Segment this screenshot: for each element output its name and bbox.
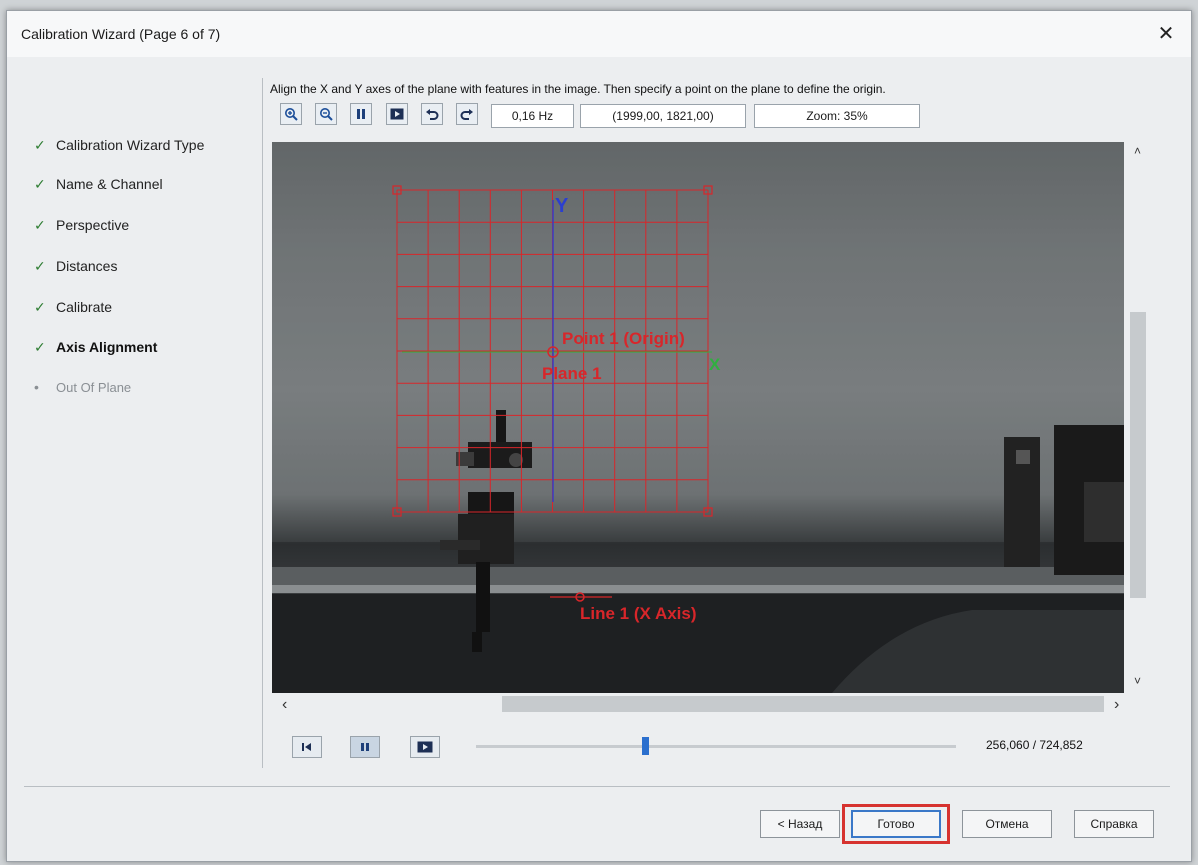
plane-label: Plane 1 — [542, 364, 602, 383]
step-calibrate: ✓ Calibrate — [34, 296, 112, 318]
x-axis-label: X — [709, 355, 721, 374]
frame-counter: 256,060 / 724,852 — [986, 738, 1083, 752]
timeline-track[interactable] — [476, 745, 956, 748]
step-label: Distances — [56, 258, 118, 274]
checkmark-icon: ✓ — [34, 136, 46, 153]
zoom-in-icon[interactable] — [280, 103, 302, 125]
divider — [262, 78, 263, 768]
line-label: Line 1 (X Axis) — [580, 604, 697, 623]
undo-icon[interactable] — [421, 103, 443, 125]
step-label: Out Of Plane — [56, 379, 132, 395]
scroll-right-icon[interactable]: › — [1114, 696, 1119, 714]
step-label: Calibration Wizard Type — [56, 137, 205, 153]
play-frame-icon[interactable] — [386, 103, 408, 125]
calibration-overlay[interactable]: Y X Point 1 (Origin) Plane 1 Line 1 (X A… — [272, 142, 1124, 693]
scroll-left-icon[interactable]: ‹ — [282, 696, 287, 714]
step-label: Axis Alignment — [56, 339, 158, 355]
image-viewport[interactable]: Y X Point 1 (Origin) Plane 1 Line 1 (X A… — [272, 142, 1124, 693]
step-out-of-plane: • Out Of Plane — [34, 376, 131, 398]
play-icon[interactable] — [410, 736, 440, 758]
instruction-text: Align the X and Y axes of the plane with… — [270, 82, 886, 96]
step-distances: ✓ Distances — [34, 255, 117, 277]
back-button[interactable]: < Назад — [760, 810, 840, 838]
help-button[interactable]: Справка — [1074, 810, 1154, 838]
checkmark-icon: ✓ — [34, 216, 46, 233]
step-name-channel: ✓ Name & Channel — [34, 173, 163, 195]
go-to-start-icon[interactable] — [292, 736, 322, 758]
step-perspective: ✓ Perspective — [34, 214, 129, 236]
redo-icon[interactable] — [456, 103, 478, 125]
zoom-readout: Zoom: 35% — [754, 104, 920, 128]
checkmark-icon: ✓ — [34, 175, 46, 192]
wizard-steps-sidebar: ✓ Calibration Wizard Type ✓ Name & Chann… — [0, 46, 256, 786]
scroll-down-icon[interactable]: ˅ — [1134, 674, 1141, 688]
scroll-up-icon[interactable]: ˄ — [1134, 144, 1141, 158]
horizontal-scrollbar[interactable]: ‹ › — [272, 693, 1128, 715]
close-icon[interactable]: ✕ — [1155, 23, 1177, 45]
cancel-button[interactable]: Отмена — [962, 810, 1052, 838]
timeline-thumb[interactable] — [642, 737, 650, 755]
step-axis-alignment: ✓ Axis Alignment — [34, 336, 157, 358]
vertical-scrollbar[interactable]: ˄ ˅ — [1128, 142, 1148, 693]
step-label: Calibrate — [56, 299, 113, 315]
bullet-icon: • — [34, 379, 39, 395]
horizontal-scroll-thumb[interactable] — [502, 696, 1104, 712]
frequency-readout: 0,16 Hz — [491, 104, 574, 128]
origin-label: Point 1 (Origin) — [562, 329, 685, 348]
step-calibration-wizard-type: ✓ Calibration Wizard Type — [34, 134, 204, 156]
coordinates-readout: (1999,00, 1821,00) — [580, 104, 746, 128]
pause-icon[interactable] — [350, 103, 372, 125]
zoom-out-icon[interactable] — [315, 103, 337, 125]
checkmark-icon: ✓ — [34, 257, 46, 274]
window-title: Calibration Wizard (Page 6 of 7) — [21, 26, 221, 42]
divider — [24, 786, 1170, 787]
vertical-scroll-thumb[interactable] — [1130, 312, 1146, 598]
checkmark-icon: ✓ — [34, 338, 46, 355]
step-label: Name & Channel — [56, 176, 163, 192]
finish-button[interactable]: Готово — [851, 810, 941, 838]
checkmark-icon: ✓ — [34, 298, 46, 315]
y-axis-label: Y — [555, 195, 569, 217]
step-label: Perspective — [56, 217, 130, 233]
pause-icon[interactable] — [350, 736, 380, 758]
